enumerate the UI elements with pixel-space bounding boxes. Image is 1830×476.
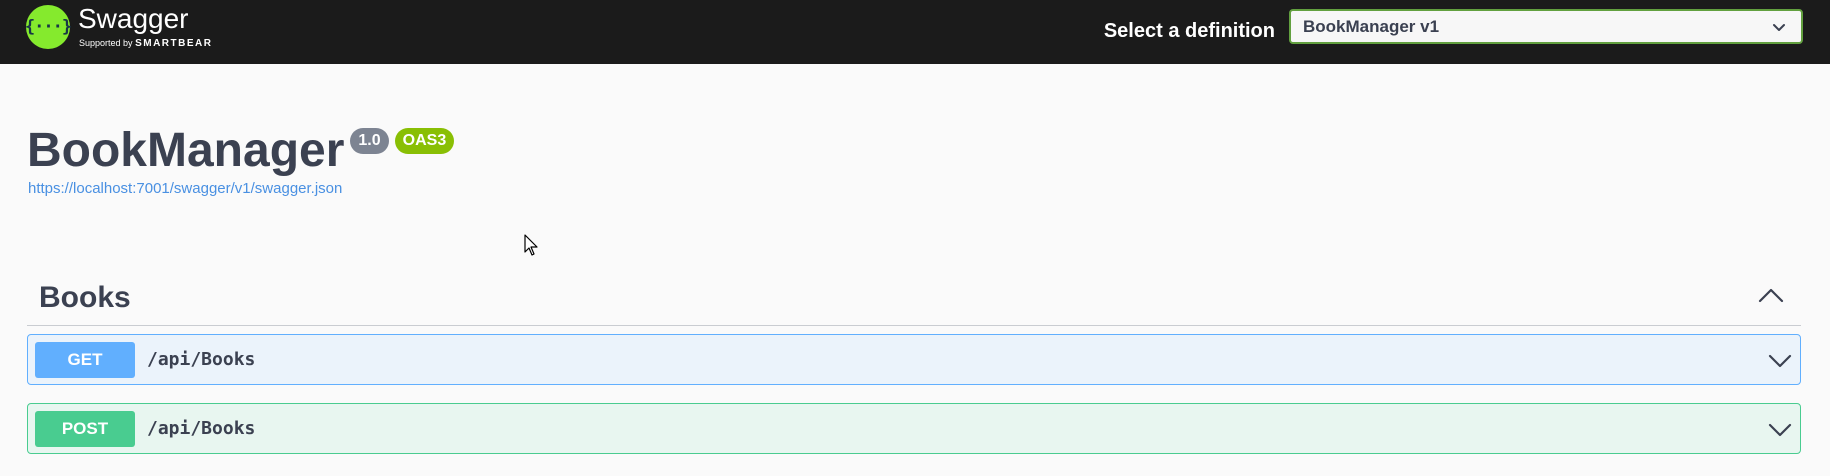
operation-get-api-books[interactable]: GET /api/Books [27,334,1801,385]
chevron-down-icon [1773,24,1785,31]
swagger-logo[interactable]: {···} Swagger Supported by SMARTBEAR [25,3,216,59]
version-badge: 1.0 [350,128,389,154]
api-info: BookManager 1.0 OAS3 https://localhost:7… [27,120,455,197]
chevron-up-icon[interactable] [1757,282,1785,310]
logo-subtitle: Supported by SMARTBEAR [79,37,212,50]
spec-url-link[interactable]: https://localhost:7001/swagger/v1/swagge… [28,180,454,197]
operation-path: /api/Books [147,349,256,370]
chevron-down-icon[interactable] [1767,348,1793,374]
definition-select[interactable]: BookManager v1 [1289,9,1803,44]
page-title: BookManager [27,124,345,177]
operation-path: /api/Books [147,418,256,439]
logo-text: Swagger Supported by SMARTBEAR [78,3,212,50]
mouse-cursor-icon [524,234,538,256]
oas-badge: OAS3 [394,128,455,154]
logo-name: Swagger [78,3,189,34]
tag-name: Books [39,281,131,314]
title-row: BookManager 1.0 OAS3 [27,120,455,182]
operation-post-api-books[interactable]: POST /api/Books [27,403,1801,454]
method-badge-get: GET [35,341,135,378]
method-badge-post: POST [35,410,135,447]
definition-select-value: BookManager v1 [1303,16,1440,36]
definition-label: Select a definition [1103,20,1275,42]
chevron-down-icon[interactable] [1767,417,1793,443]
logo-sub-brand: SMARTBEAR [135,38,213,49]
logo-sub-prefix: Supported by [79,38,133,48]
swagger-logo-icon: {···} [25,5,72,49]
tag-header-books[interactable]: Books [27,270,1801,326]
topbar: {···} Swagger Supported by SMARTBEAR Sel… [0,0,1830,64]
